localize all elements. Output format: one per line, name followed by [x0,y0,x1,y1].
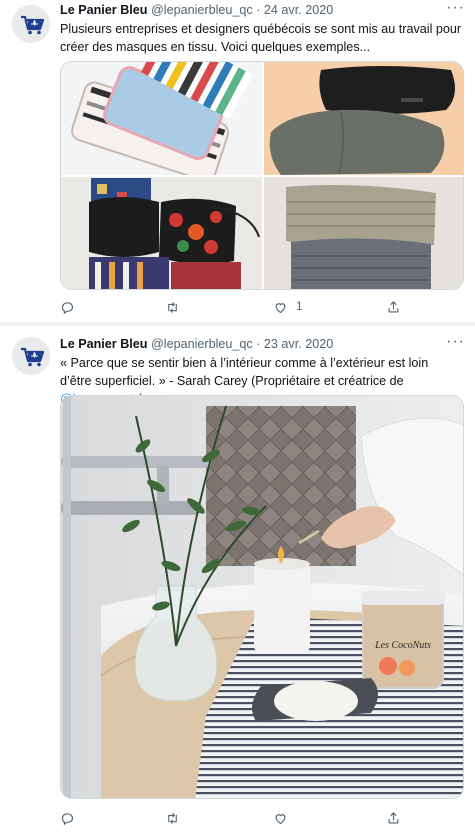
avatar[interactable] [12,337,50,375]
retweet-icon [168,812,177,824]
like-icon [275,302,286,313]
tweet-media-image[interactable]: Les CocoNuts [60,395,464,799]
jar-label: Les CocoNuts [374,640,431,651]
media-image-4[interactable] [264,177,464,290]
share-icon [388,300,399,312]
retweet-button[interactable] [165,808,180,828]
author-name[interactable]: Le Panier Bleu [60,3,148,17]
share-icon [388,811,399,823]
separator-dot: · [256,337,261,351]
like-icon [275,813,286,824]
reply-button[interactable] [60,297,75,317]
reply-icon [61,301,74,314]
retweet-button[interactable] [165,297,180,317]
panier-bleu-logo [12,5,50,43]
reply-button[interactable] [60,808,75,828]
share-button[interactable] [386,808,401,828]
tweet[interactable]: Le Panier Bleu @lepanierbleu_qc · 24 avr… [0,0,475,322]
tweet-actions: 1 [60,297,400,317]
more-icon[interactable]: ··· [446,0,465,17]
share-button[interactable] [386,297,401,317]
author-name[interactable]: Le Panier Bleu [60,337,148,351]
retweet-icon [168,301,177,313]
author-handle[interactable]: @lepanierbleu_qc [151,3,253,17]
author-handle[interactable]: @lepanierbleu_qc [151,337,253,351]
tweet-actions [60,808,400,828]
reply-icon [61,812,74,825]
media-image-3[interactable] [61,177,262,290]
more-icon[interactable]: ··· [446,333,465,351]
like-count: 1 [296,301,303,313]
tweet-text: Plusieurs entreprises et designers québé… [60,22,462,54]
media-image-1[interactable] [61,62,262,183]
panier-bleu-logo [12,337,50,375]
tweet-date[interactable]: 24 avr. 2020 [264,3,333,17]
media-image-2[interactable] [264,62,464,175]
tweet-date[interactable]: 23 avr. 2020 [264,337,333,351]
tweet-header: Le Panier Bleu @lepanierbleu_qc · 23 avr… [60,333,465,355]
tweet-text-body: « Parce que se sentir bien à l’intérieur… [60,356,429,388]
avatar[interactable] [12,5,50,43]
like-button[interactable]: 1 [273,297,302,317]
separator-dot: · [256,3,261,17]
tweet-media-grid[interactable] [60,61,464,290]
tweet[interactable]: Le Panier Bleu @lepanierbleu_qc · 23 avr… [0,326,475,840]
like-button[interactable] [273,808,288,828]
tweet-header: Le Panier Bleu @lepanierbleu_qc · 24 avr… [60,0,465,21]
